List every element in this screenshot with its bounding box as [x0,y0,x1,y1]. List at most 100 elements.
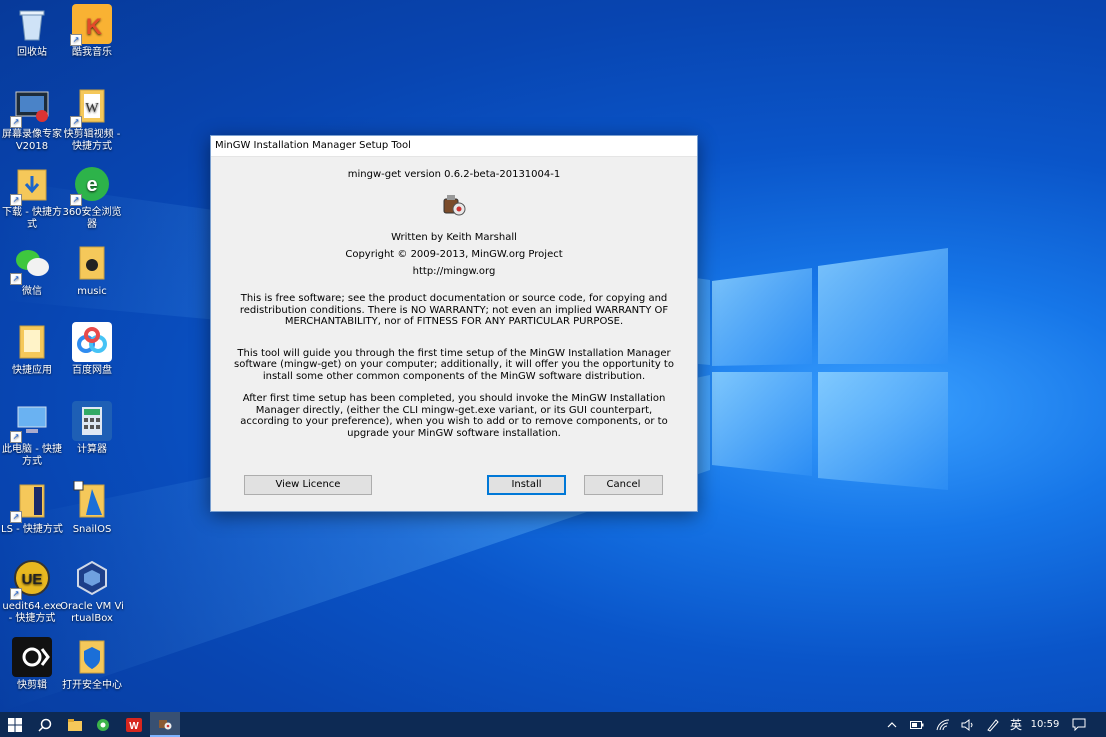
shortcut-arrow-icon: ↗ [10,511,22,523]
taskbar-file-explorer[interactable] [62,712,88,737]
video-editor-icon [12,637,52,677]
snailos-icon [72,480,112,521]
desktop-icon-label: 回收站 [17,47,47,58]
desktop-icon-label: 此电脑 - 快捷方式 [2,444,62,467]
desktop-icon-recycle-bin[interactable]: 回收站 [0,4,64,59]
input-method-indicator[interactable]: 英 [1005,712,1027,737]
desktop-icon-kuaijianji-shortcut[interactable]: W ↗ 快剪辑视频 - 快捷方式 [60,86,124,153]
desktop-icon-kuaijianji[interactable]: 快剪辑 [0,637,64,692]
desktop-icon-baidu-netdisk[interactable]: 百度网盘 [60,322,124,377]
license-line: redistribution conditions. There is NO W… [239,304,669,316]
view-licence-button[interactable]: View Licence [244,475,372,495]
after-line: Manager directly, (either the CLI mingw-… [255,404,653,416]
windows-icon [8,717,22,732]
desktop-icon-snailos[interactable]: SnailOS [60,480,124,536]
search-button[interactable] [30,712,60,737]
after-line: After first time setup has been complete… [242,393,666,404]
guide-line: software (mingw-get) on your computer; a… [234,359,674,370]
wifi-icon [936,718,950,730]
desktop-icon-label: 屏幕录像专家V2018 [2,129,62,152]
mingw-logo-icon [441,193,467,219]
desktop-icon-virtualbox[interactable]: Oracle VM VirtualBox [60,558,124,625]
desktop-icon-downloads[interactable]: ↗ 下载 - 快捷方式 [0,164,64,231]
pen-button[interactable] [982,712,1004,737]
volume-button[interactable] [956,712,980,737]
computer-icon: ↗ [10,401,52,443]
after-line: according to your preference), when you … [240,416,668,427]
shortcut-arrow-icon: ↗ [10,116,22,128]
security-center-icon [72,637,112,677]
guide-line: This tool will guide you through the fir… [237,347,671,359]
desktop-icon-label: uedit64.exe - 快捷方式 [2,601,62,624]
desktop-icon-quick-apps[interactable]: 快捷应用 [0,322,64,377]
desktop-icon-label: 打开安全中心 [62,680,122,691]
taskbar-360-app[interactable] [90,712,116,737]
url-text: http://mingw.org [412,266,496,277]
license-line: This is free software; see the product d… [240,293,668,304]
wechat-icon: ↗ [10,243,52,285]
desktop-icon-this-pc[interactable]: ↗ 此电脑 - 快捷方式 [0,401,64,468]
desktop-icon-ls[interactable]: ↗ LS - 快捷方式 [0,481,64,536]
shortcut-arrow-icon: ↗ [70,194,82,206]
kuwo-music-icon: K ↗ [70,4,112,46]
calculator-icon [72,401,112,441]
desktop-icon-label: Oracle VM VirtualBox [60,601,124,624]
guide-line: install some other common components of … [262,370,646,382]
desktop-icon-music[interactable]: music [60,243,124,298]
svg-text:K: K [86,14,102,39]
mingw-logo-icon [159,719,172,729]
desktop-icon-uedit[interactable]: UE ↗ uedit64.exe - 快捷方式 [0,558,64,625]
guide-paragraph: This tool will guide you through the fir… [229,348,679,383]
desktop-icon-label: 计算器 [77,444,107,455]
pen-icon [987,718,999,732]
search-icon [38,718,52,732]
battery-button[interactable] [906,712,928,737]
show-hidden-icons-button[interactable] [882,712,902,737]
notification-icon [1072,718,1086,731]
desktop-icon-label: 快捷应用 [12,365,52,376]
version-text: mingw-get version 0.6.2-beta-20131004-1 [347,169,561,180]
desktop-icon-label: LS - 快捷方式 [1,524,63,535]
desktop-icon-calculator[interactable]: 计算器 [60,401,124,456]
desktop-icon-360[interactable]: e ↗ 360安全浏览器 [60,164,124,231]
desktop-icon-label: 快剪辑视频 - 快捷方式 [63,129,121,152]
after-line: upgrade your MinGW software installation… [347,427,561,439]
desktop-icon-label: 百度网盘 [72,365,112,376]
start-button[interactable] [0,712,30,737]
ultraedit-icon: UE ↗ [10,558,52,600]
dialog-title[interactable]: MinGW Installation Manager Setup Tool [211,136,697,157]
taskbar: W 英 10:59 [0,712,1106,737]
desktop-icon-label: SnailOS [72,524,112,535]
copyright-text: Copyright © 2009-2013, MinGW.org Project [345,249,563,260]
folder-icon [12,322,52,362]
desktop-icon-kuwo[interactable]: K ↗ 酷我音乐 [60,4,124,59]
desktop-icon-security-center[interactable]: 打开安全中心 [60,637,124,692]
desktop-icon-label: 快剪辑 [17,680,47,691]
folder-download-icon: ↗ [10,164,52,206]
speaker-icon [961,718,973,731]
install-button[interactable]: Install [487,475,566,495]
desktop-icon-label: music [77,286,107,297]
desktop-icon-wechat[interactable]: ↗ 微信 [0,243,64,298]
clock[interactable]: 10:59 [1028,712,1062,737]
folder-music-icon [72,243,112,283]
network-button[interactable] [932,712,954,737]
svg-text:e: e [86,174,97,196]
desktop-icon-label: 酷我音乐 [72,47,112,58]
license-paragraph: This is free software; see the product d… [229,293,679,328]
desktop-icon-recorder[interactable]: ↗ 屏幕录像专家V2018 [0,86,64,153]
desktop-icon-label: 360安全浏览器 [62,207,122,230]
shortcut-arrow-icon: ↗ [10,194,22,206]
desktop-icon-label: 微信 [22,286,42,297]
shortcut-arrow-icon: ↗ [10,588,22,600]
taskbar-mingw-setup[interactable] [150,712,180,737]
wps-icon: W [126,717,142,732]
document-icon: W ↗ [70,86,112,128]
taskbar-wps[interactable]: W [120,712,148,737]
cancel-button[interactable]: Cancel [584,475,663,495]
desktop-icon-label: 下载 - 快捷方式 [2,207,62,230]
folder-icon [68,718,82,731]
action-center-button[interactable] [1066,712,1092,737]
recycle-bin-icon [12,4,52,44]
folder-icon: ↗ [10,481,52,523]
